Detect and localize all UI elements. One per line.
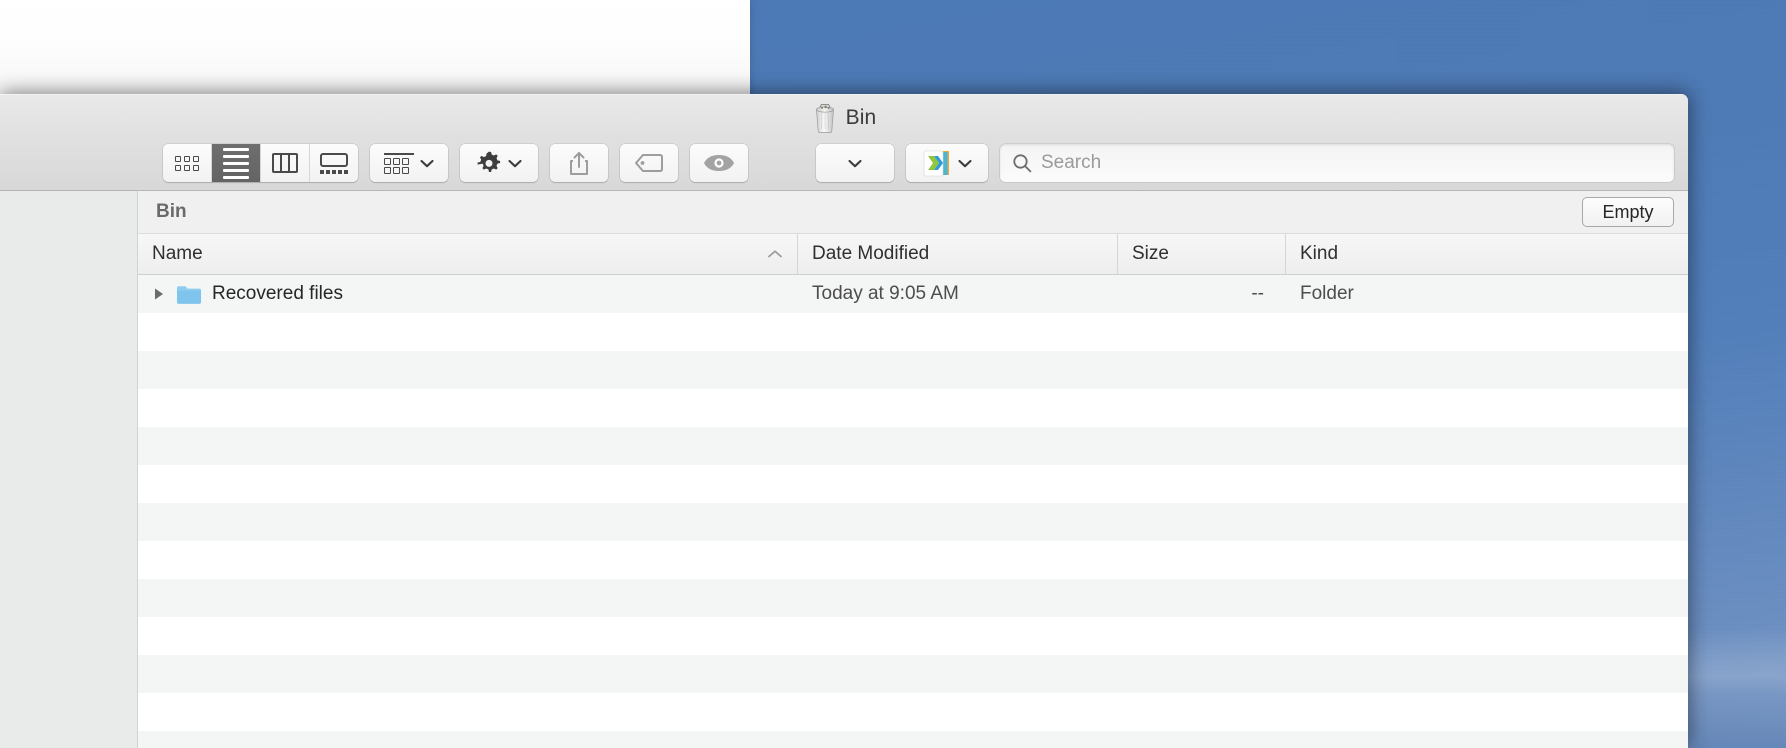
share-icon bbox=[570, 152, 588, 175]
empty-row[interactable] bbox=[138, 655, 1688, 693]
empty-button[interactable]: Empty bbox=[1582, 197, 1674, 227]
bin-header-bar: Bin Empty bbox=[138, 191, 1688, 234]
chevron-down-icon bbox=[848, 159, 862, 167]
empty-row[interactable] bbox=[138, 351, 1688, 389]
empty-row[interactable] bbox=[138, 731, 1688, 748]
tag-button[interactable] bbox=[620, 144, 678, 182]
column-view-button[interactable] bbox=[261, 144, 310, 182]
action-button[interactable] bbox=[460, 144, 538, 182]
search-field[interactable]: Search bbox=[1000, 144, 1674, 182]
column-header-kind[interactable]: Kind bbox=[1286, 234, 1688, 274]
bin-label: Bin bbox=[156, 201, 187, 222]
folder-icon bbox=[177, 285, 201, 304]
window-title: Bin bbox=[845, 106, 877, 129]
popup-button[interactable] bbox=[816, 144, 894, 182]
screen: Bin Search Bin Empty Name Date Modified … bbox=[0, 0, 1786, 748]
search-input[interactable]: Search bbox=[1041, 152, 1101, 174]
empty-row[interactable] bbox=[138, 617, 1688, 655]
list-view-button[interactable] bbox=[212, 144, 261, 182]
finder-window: Bin Search Bin Empty Name Date Modified … bbox=[0, 94, 1688, 748]
column-header-name[interactable]: Name bbox=[138, 234, 798, 274]
eye-icon bbox=[704, 155, 734, 171]
finder-toolbar: Search bbox=[0, 137, 1688, 189]
arrange-icon bbox=[384, 152, 414, 174]
grid-icon bbox=[175, 155, 199, 171]
chevron-down-icon bbox=[420, 159, 434, 167]
view-mode-segmented-control[interactable] bbox=[163, 144, 358, 182]
window-titlebar[interactable]: Bin Search bbox=[0, 94, 1688, 191]
tag-icon bbox=[635, 154, 663, 172]
empty-row[interactable] bbox=[138, 427, 1688, 465]
sort-ascending-icon bbox=[768, 250, 782, 258]
sidebar[interactable] bbox=[0, 191, 138, 748]
table-row[interactable]: Recovered files Today at 9:05 AM -- Fold… bbox=[138, 275, 1688, 313]
column-header-size[interactable]: Size bbox=[1118, 234, 1286, 274]
quicklook-button[interactable] bbox=[690, 144, 748, 182]
column-header-date-modified-label: Date Modified bbox=[812, 243, 930, 264]
file-kind-cell: Folder bbox=[1300, 283, 1354, 304]
file-date-cell: Today at 9:05 AM bbox=[812, 283, 959, 304]
chevron-down-icon bbox=[958, 159, 972, 167]
column-header-kind-label: Kind bbox=[1300, 243, 1339, 264]
synology-drive-icon bbox=[922, 148, 952, 178]
empty-row[interactable] bbox=[138, 465, 1688, 503]
window-title-row: Bin bbox=[0, 95, 1688, 141]
gallery-view-button[interactable] bbox=[310, 144, 358, 182]
disclosure-triangle-icon[interactable] bbox=[152, 287, 166, 301]
column-header-date-modified[interactable]: Date Modified bbox=[798, 234, 1118, 274]
file-size-cell: -- bbox=[1251, 283, 1264, 304]
list-icon bbox=[223, 147, 249, 179]
app-extension-button[interactable] bbox=[906, 144, 988, 182]
icon-view-button[interactable] bbox=[163, 144, 212, 182]
gear-icon bbox=[477, 151, 501, 173]
background-window[interactable] bbox=[0, 0, 750, 96]
chevron-down-icon bbox=[508, 159, 522, 167]
empty-row[interactable] bbox=[138, 313, 1688, 351]
arrange-button[interactable] bbox=[370, 144, 448, 182]
search-icon bbox=[1013, 154, 1032, 173]
column-headers: Name Date Modified Size Kind bbox=[138, 234, 1688, 275]
file-list[interactable]: Recovered files Today at 9:05 AM -- Fold… bbox=[138, 275, 1688, 748]
empty-row[interactable] bbox=[138, 579, 1688, 617]
empty-row[interactable] bbox=[138, 389, 1688, 427]
trash-icon bbox=[812, 103, 838, 133]
file-name-cell: Recovered files bbox=[138, 283, 798, 305]
gallery-icon bbox=[320, 152, 348, 174]
empty-row[interactable] bbox=[138, 503, 1688, 541]
column-header-name-label: Name bbox=[152, 243, 203, 264]
empty-row[interactable] bbox=[138, 693, 1688, 731]
file-name-label: Recovered files bbox=[212, 283, 343, 304]
window-body: Bin Empty Name Date Modified Size Kind R… bbox=[0, 191, 1688, 748]
empty-row[interactable] bbox=[138, 541, 1688, 579]
share-button[interactable] bbox=[550, 144, 608, 182]
columns-icon bbox=[272, 153, 298, 173]
content-area: Bin Empty Name Date Modified Size Kind R… bbox=[138, 191, 1688, 748]
column-header-size-label: Size bbox=[1132, 243, 1169, 264]
